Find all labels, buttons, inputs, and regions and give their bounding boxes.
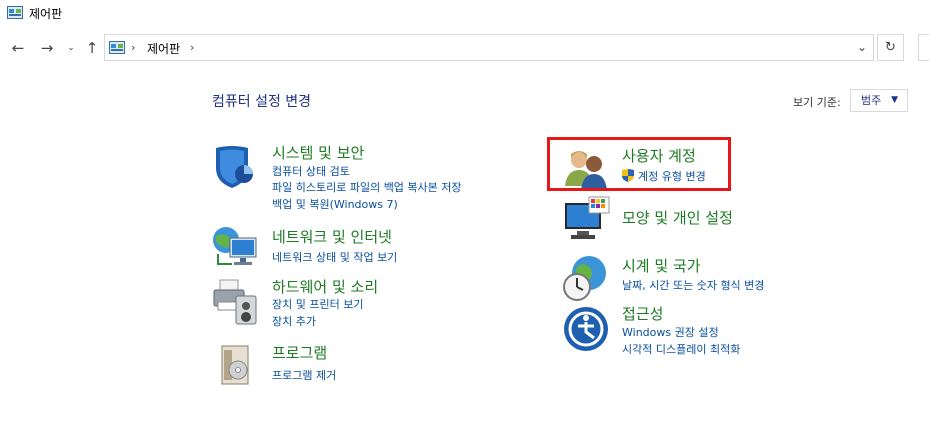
- category-hardware-sound-title[interactable]: 하드웨어 및 소리: [272, 276, 378, 297]
- link-uninstall-program[interactable]: 프로그램 제거: [272, 367, 336, 383]
- address-dropdown-icon[interactable]: ⌄: [857, 40, 867, 54]
- control-panel-icon: [7, 6, 23, 19]
- programs-box-icon: [221, 345, 249, 385]
- link-windows-recommended-settings[interactable]: Windows 권장 설정: [622, 324, 719, 340]
- back-arrow-icon[interactable]: ←: [8, 38, 28, 58]
- recent-locations-chevron-icon[interactable]: ⌄: [61, 38, 81, 58]
- control-panel-icon: [109, 41, 125, 54]
- refresh-button[interactable]: ↻: [877, 34, 904, 61]
- breadcrumb-chevron-icon[interactable]: ›: [131, 41, 135, 54]
- view-by-value: 범주: [861, 94, 882, 107]
- ease-of-access-icon: [564, 307, 608, 351]
- page-title: 컴퓨터 설정 변경: [212, 94, 312, 110]
- appearance-monitor-icon: [565, 196, 610, 239]
- category-clock-region-title[interactable]: 시계 및 국가: [622, 255, 701, 276]
- link-optimize-visual-display[interactable]: 시각적 디스플레이 최적화: [622, 341, 740, 357]
- clock-globe-icon: [563, 256, 606, 301]
- view-by-label: 보기 기준:: [793, 96, 841, 109]
- category-programs-title[interactable]: 프로그램: [272, 342, 327, 363]
- window-title: 제어판: [29, 7, 63, 21]
- up-arrow-icon[interactable]: ↑: [82, 38, 102, 58]
- navigation-bar: ← → ⌄ ↑ › 제어판 › ⌄ ↻: [0, 32, 929, 64]
- system-security-shield-icon: [216, 146, 253, 188]
- category-ease-of-access-title[interactable]: 접근성: [622, 303, 663, 324]
- network-globe-icon: [213, 227, 257, 265]
- category-network-internet-title[interactable]: 네트워크 및 인터넷: [272, 226, 392, 247]
- view-by-dropdown[interactable]: 범주 ▼: [850, 89, 908, 112]
- category-system-security-title[interactable]: 시스템 및 보안: [272, 142, 364, 163]
- highlight-box: [547, 137, 731, 191]
- title-bar: 제어판: [0, 0, 929, 26]
- link-file-history-backup[interactable]: 파일 히스토리로 파일의 백업 복사본 저장: [272, 179, 462, 195]
- forward-arrow-icon[interactable]: →: [37, 38, 57, 58]
- printer-speaker-icon: [213, 279, 257, 325]
- link-date-time-format[interactable]: 날짜, 시간 또는 숫자 형식 변경: [622, 277, 764, 293]
- breadcrumb-control-panel[interactable]: 제어판: [147, 40, 180, 57]
- category-appearance-title[interactable]: 모양 및 개인 설정: [622, 207, 733, 228]
- link-review-computer-status[interactable]: 컴퓨터 상태 검토: [272, 163, 350, 179]
- breadcrumb-chevron-icon[interactable]: ›: [190, 41, 194, 54]
- link-backup-restore[interactable]: 백업 및 복원(Windows 7): [272, 196, 398, 212]
- link-devices-printers[interactable]: 장치 및 프린터 보기: [272, 296, 363, 312]
- search-box[interactable]: [918, 34, 929, 61]
- dropdown-caret-icon: ▼: [891, 95, 898, 105]
- address-bar[interactable]: › 제어판 › ⌄: [104, 34, 874, 61]
- link-add-device[interactable]: 장치 추가: [272, 313, 316, 329]
- link-network-status[interactable]: 네트워크 상태 및 작업 보기: [272, 249, 397, 265]
